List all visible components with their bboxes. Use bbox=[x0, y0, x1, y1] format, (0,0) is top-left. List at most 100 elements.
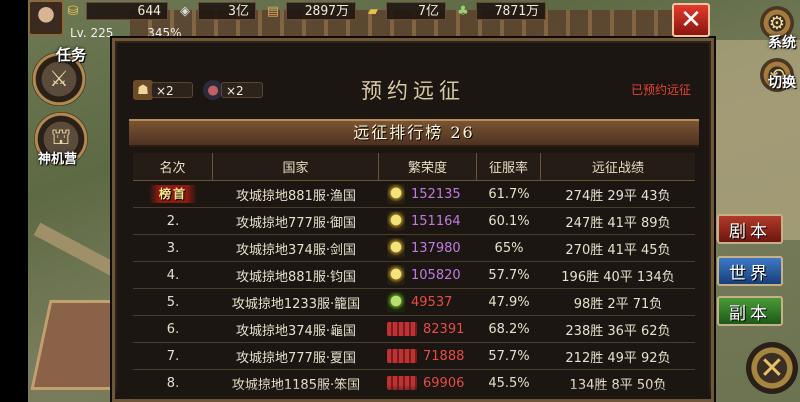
table-row[interactable]: 7. 攻城掠地777服·夏国 71888 57.7% 212胜 49平 92负 bbox=[133, 343, 695, 370]
script-button[interactable]: 剧本 bbox=[717, 214, 783, 244]
dialog-header: ☗ ×2 ● ×2 预约远征 已预约远征 bbox=[115, 41, 711, 117]
resource-wood: ▤ 2897万 bbox=[260, 1, 356, 21]
table-row[interactable]: 4. 攻城掠地881服·钧国 105820 57.7% 196胜 40平 134负 bbox=[133, 262, 695, 289]
rank-cell: 4. bbox=[133, 268, 213, 283]
conquest-cell: 57.7% bbox=[488, 348, 530, 364]
record-cell: 212胜 49平 92负 bbox=[565, 350, 671, 366]
resource-iron: ▰ 7亿 bbox=[360, 1, 446, 21]
rank-cell: 6. bbox=[133, 322, 213, 337]
resource-grain: ♣ 7871万 bbox=[450, 1, 546, 21]
table-body: 榜首 攻城掠地881服·渔国 152135 61.7% 274胜 29平 43负 2. 攻城… bbox=[133, 181, 695, 397]
prosperity-value: 105820 bbox=[411, 267, 461, 283]
prosperity-cell: 152135 bbox=[379, 184, 477, 204]
silver-icon: ◈ bbox=[180, 3, 190, 19]
menu-close-button[interactable]: ✕ bbox=[746, 342, 798, 394]
ranking-table: 名次 国家 繁荣度 征服率 远征战绩 榜首 攻城掠地881服·渔国 152135 61… bbox=[133, 153, 695, 397]
rank-number: 7. bbox=[166, 348, 180, 364]
dungeon-button[interactable]: 副本 bbox=[717, 296, 783, 326]
country-cell: 攻城掠地881服·钧国 bbox=[236, 269, 356, 285]
conquest-cell: 60.1% bbox=[488, 213, 530, 229]
prosperity-value: 152135 bbox=[411, 186, 461, 202]
rank-number: 2. bbox=[166, 213, 180, 229]
dialog-title: 预约远征 bbox=[361, 79, 465, 103]
record-cell: 238胜 36平 62负 bbox=[565, 323, 671, 339]
gold-medal-icon bbox=[387, 265, 405, 285]
close-icon: ✕ bbox=[680, 5, 702, 35]
scroll-medal-icon bbox=[387, 322, 417, 336]
world-button[interactable]: 世界 bbox=[717, 256, 783, 286]
country-cell: 攻城掠地777服·御国 bbox=[236, 215, 356, 231]
task-label: 任务 bbox=[56, 46, 87, 64]
scroll-icon: ⚔ bbox=[49, 66, 69, 92]
expedition-dialog: ☗ ×2 ● ×2 预约远征 已预约远征 远征排行榜 26 名次 国家 繁荣度 … bbox=[112, 38, 714, 402]
rank-number: 5. bbox=[166, 294, 180, 310]
switch-label: 切换 bbox=[768, 75, 796, 91]
record-cell: 196胜 40平 134负 bbox=[561, 269, 675, 285]
workshop-label: 神机营 bbox=[38, 152, 78, 167]
prosperity-cell: 151164 bbox=[379, 211, 477, 231]
prosperity-cell: 105820 bbox=[379, 265, 477, 285]
prosperity-cell: 82391 bbox=[379, 322, 477, 337]
resource-silver: ◈ 3亿 bbox=[172, 1, 256, 21]
column-header-conquest: 征服率 bbox=[477, 153, 541, 180]
rank-cell: 5. bbox=[133, 295, 213, 310]
prosperity-value: 82391 bbox=[423, 321, 465, 337]
dialog-close-button[interactable]: ✕ bbox=[672, 3, 710, 37]
prosperity-cell: 49537 bbox=[379, 292, 477, 312]
wood-icon: ▤ bbox=[266, 3, 280, 19]
table-row[interactable]: 3. 攻城掠地374服·剑国 137980 65% 270胜 41平 45负 bbox=[133, 235, 695, 262]
record-cell: 274胜 29平 43负 bbox=[565, 188, 671, 204]
system-label: 系统 bbox=[768, 35, 796, 51]
resource-gold: ⛁ 644 bbox=[60, 1, 168, 21]
prosperity-value: 137980 bbox=[411, 240, 461, 256]
booked-status: 已预约远征 bbox=[630, 83, 691, 97]
resource-value: 2897万 bbox=[286, 2, 356, 20]
country-cell: 攻城掠地374服·龜国 bbox=[236, 323, 356, 339]
rank-number: 6. bbox=[166, 321, 180, 337]
rank-number: 3. bbox=[166, 240, 180, 256]
record-cell: 270胜 41平 45负 bbox=[565, 242, 671, 258]
resource-value: 7亿 bbox=[386, 2, 446, 20]
prosperity-value: 71888 bbox=[423, 348, 465, 364]
country-cell: 攻城掠地777服·夏国 bbox=[236, 350, 356, 366]
resource-bar: ⛁ 644 ◈ 3亿 ▤ 2897万 ▰ 7亿 ♣ 7871万 bbox=[60, 0, 546, 22]
rank-number: 4. bbox=[166, 267, 180, 283]
prosperity-value: 49537 bbox=[411, 294, 453, 310]
rank-cell: 2. bbox=[133, 214, 213, 229]
cross-icon: ✕ bbox=[759, 350, 785, 386]
prosperity-value: 151164 bbox=[411, 213, 461, 229]
table-row[interactable]: 5. 攻城掠地1233服·籠国 49537 47.9% 98胜 2平 71负 bbox=[133, 289, 695, 316]
gold-ingot-icon: ⛁ bbox=[67, 3, 79, 19]
screen-edge bbox=[0, 0, 28, 402]
conquest-cell: 47.9% bbox=[488, 294, 530, 310]
record-cell: 247胜 41平 89负 bbox=[565, 215, 671, 231]
column-header-country: 国家 bbox=[213, 153, 379, 180]
top-rank-badge: 榜首 bbox=[148, 185, 197, 203]
table-row[interactable]: 2. 攻城掠地777服·御国 151164 60.1% 247胜 41平 89负 bbox=[133, 208, 695, 235]
country-cell: 攻城掠地881服·渔国 bbox=[236, 188, 356, 204]
ranking-banner: 远征排行榜 26 bbox=[129, 119, 699, 147]
column-header-prosperity: 繁荣度 bbox=[379, 153, 477, 180]
conquest-cell: 61.7% bbox=[488, 186, 530, 202]
iron-icon: ▰ bbox=[368, 3, 378, 19]
rank-cell: 7. bbox=[133, 349, 213, 364]
country-cell: 攻城掠地374服·剑国 bbox=[236, 242, 356, 258]
gear-icon: ⚙ bbox=[768, 12, 786, 34]
prosperity-cell: 137980 bbox=[379, 238, 477, 258]
table-row[interactable]: 6. 攻城掠地374服·龜国 82391 68.2% 238胜 36平 62负 bbox=[133, 316, 695, 343]
gold-medal-icon bbox=[387, 184, 405, 204]
column-header-rank: 名次 bbox=[133, 153, 213, 180]
country-cell: 攻城掠地1233服·籠国 bbox=[231, 296, 361, 312]
player-level: Lv. 225 bbox=[70, 26, 114, 40]
prosperity-cell: 71888 bbox=[379, 349, 477, 364]
resource-value: 7871万 bbox=[476, 2, 546, 20]
gold-medal-icon bbox=[387, 238, 405, 258]
column-header-record: 远征战绩 bbox=[591, 161, 644, 176]
resource-value: 644 bbox=[86, 2, 168, 20]
rank-cell: 榜首 bbox=[133, 185, 213, 203]
table-row[interactable]: 榜首 攻城掠地881服·渔国 152135 61.7% 274胜 29平 43负 bbox=[133, 181, 695, 208]
scroll-fade bbox=[115, 385, 711, 399]
player-avatar[interactable] bbox=[28, 0, 64, 36]
conquest-cell: 68.2% bbox=[488, 321, 530, 337]
rank-cell: 3. bbox=[133, 241, 213, 256]
